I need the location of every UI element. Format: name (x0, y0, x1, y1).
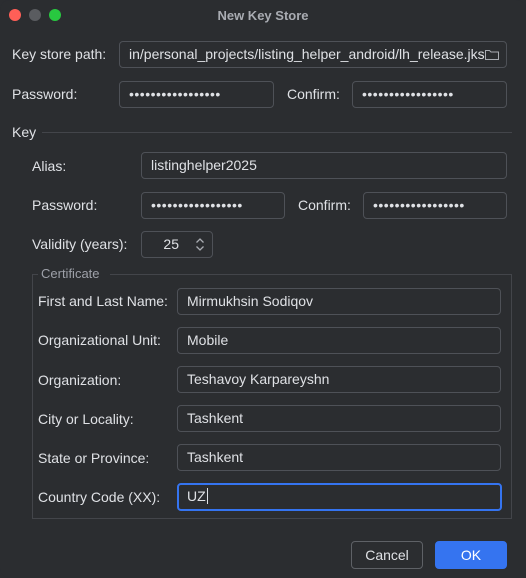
organization-input[interactable]: Teshavoy Karpareyshn (177, 366, 501, 393)
first-last-name-label: First and Last Name: (38, 293, 168, 309)
country-code-input[interactable]: UZ (177, 483, 502, 511)
key-section-separator (42, 132, 512, 133)
country-code-value: UZ (187, 488, 206, 504)
first-last-name-input[interactable]: Mirmukhsin Sodiqov (177, 288, 501, 315)
cancel-button[interactable]: Cancel (351, 541, 423, 569)
window-title: New Key Store (217, 8, 309, 23)
key-password-label: Password: (32, 197, 98, 213)
key-confirm-label: Confirm: (298, 197, 351, 213)
ok-button[interactable]: OK (435, 541, 507, 569)
validity-value: 25 (163, 236, 179, 252)
city-locality-input[interactable]: Tashkent (177, 405, 501, 432)
key-section-title: Key (12, 124, 37, 140)
spinner-arrows-icon[interactable] (195, 237, 205, 252)
key-confirm-input[interactable]: ••••••••••••••••• (363, 192, 507, 219)
folder-icon[interactable] (485, 49, 499, 60)
country-code-label: Country Code (XX): (38, 489, 161, 505)
alias-label: Alias: (32, 158, 67, 174)
organizational-unit-input[interactable]: Mobile (177, 327, 501, 354)
key-store-path-input[interactable]: in/personal_projects/listing_helper_andr… (119, 41, 507, 68)
key-password-input[interactable]: ••••••••••••••••• (141, 192, 285, 219)
certificate-section-title: Certificate (41, 266, 100, 281)
keystore-confirm-label: Confirm: (287, 86, 340, 102)
key-store-path-label: Key store path: (12, 46, 107, 62)
organization-label: Organization: (38, 372, 122, 388)
city-locality-label: City or Locality: (38, 411, 134, 427)
validity-label: Validity (years): (32, 236, 128, 252)
validity-spinner[interactable]: 25 (141, 231, 213, 258)
alias-input[interactable]: listinghelper2025 (141, 152, 507, 179)
new-key-store-dialog: New Key Store Key store path: in/persona… (0, 0, 526, 578)
keystore-password-input[interactable]: ••••••••••••••••• (119, 81, 274, 108)
keystore-confirm-input[interactable]: ••••••••••••••••• (352, 81, 507, 108)
state-province-label: State or Province: (38, 450, 150, 466)
organizational-unit-label: Organizational Unit: (38, 332, 161, 348)
state-province-input[interactable]: Tashkent (177, 444, 501, 471)
title-bar: New Key Store (0, 0, 526, 30)
key-store-path-value: in/personal_projects/listing_helper_andr… (129, 46, 485, 62)
keystore-password-label: Password: (12, 86, 78, 102)
text-caret (206, 488, 208, 504)
